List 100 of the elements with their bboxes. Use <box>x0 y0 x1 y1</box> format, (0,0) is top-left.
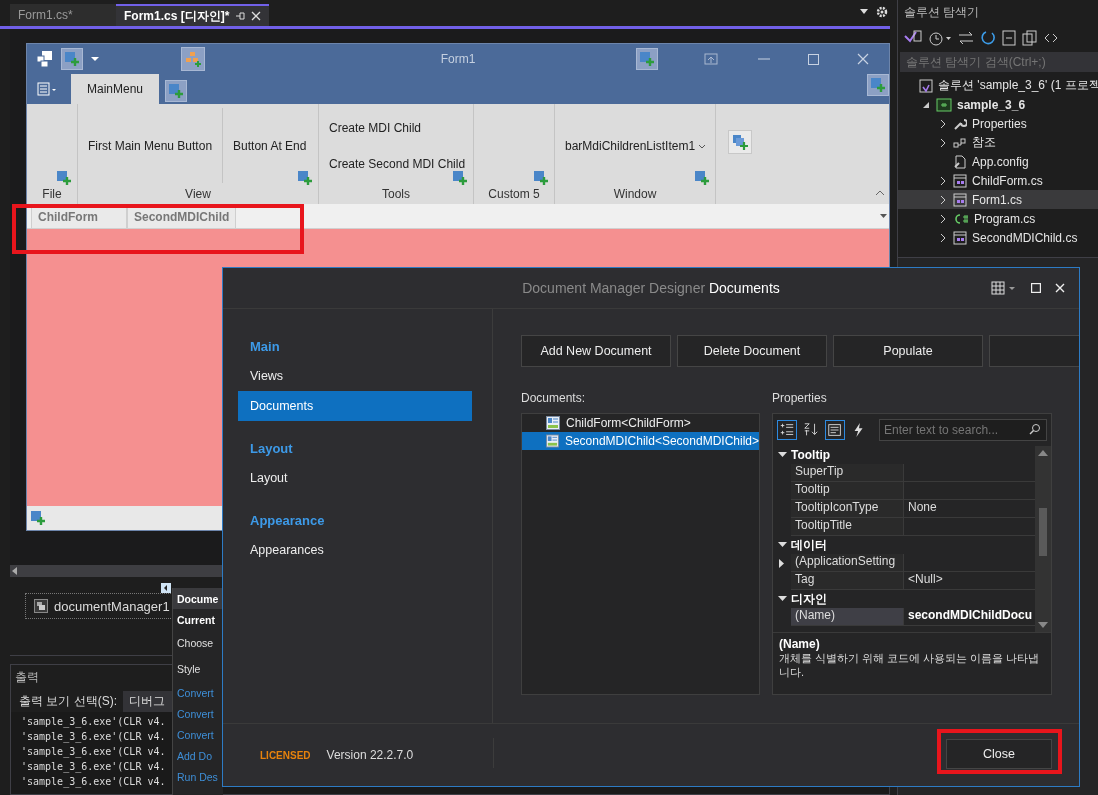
license-label: LICENSED <box>260 749 311 761</box>
tree-item[interactable]: 참조 <box>898 133 1098 152</box>
tree-item[interactable]: Properties <box>898 114 1098 133</box>
menu-link[interactable]: Run Des <box>173 766 223 787</box>
history-icon[interactable] <box>928 30 952 46</box>
add-icon[interactable] <box>31 511 45 525</box>
window-title: Form1 <box>440 52 476 66</box>
ribbon-dropdown[interactable]: barMdiChildrenListItem1 <box>563 136 709 155</box>
ribbon-group-caption: Window <box>612 187 658 203</box>
add-icon[interactable] <box>453 171 467 185</box>
sync-icon[interactable] <box>958 31 974 45</box>
action-button[interactable]: Delete Document <box>677 335 827 367</box>
csharp-file-icon <box>953 211 969 226</box>
pages-view-icon[interactable] <box>825 420 845 440</box>
action-button[interactable]: Add New Document <box>521 335 671 367</box>
tree-item[interactable]: sample_3_6 <box>898 95 1098 114</box>
property-name[interactable]: (ApplicationSetting <box>791 554 904 572</box>
component-icon <box>34 599 48 613</box>
list-item[interactable]: ChildForm<ChildForm> <box>522 414 759 432</box>
collapse-arrow-icon[interactable] <box>777 452 787 458</box>
collapse-all-icon[interactable] <box>1002 30 1016 46</box>
search-icon[interactable] <box>1029 423 1041 435</box>
pin-icon[interactable] <box>235 11 246 21</box>
list-item[interactable]: SecondMDIChild<SecondMDIChild> <box>522 432 759 450</box>
smart-tag-icon[interactable] <box>161 583 171 593</box>
list-label: Documents: <box>521 391 587 407</box>
nav-item[interactable]: Views <box>238 361 472 391</box>
property-name[interactable]: (Name) <box>791 608 904 626</box>
tree-item[interactable]: App.config <box>898 152 1098 171</box>
solution-icon <box>919 78 933 93</box>
ribbon-button[interactable]: First Main Menu Button <box>86 136 215 155</box>
restore-icon[interactable] <box>704 53 718 65</box>
panel-title: 솔루션 탐색기 <box>903 3 981 21</box>
ribbon-button[interactable]: Create Second MDI Child <box>327 154 468 173</box>
menu-item[interactable]: Current <box>173 609 223 630</box>
config-file-icon <box>953 154 967 169</box>
nav-item[interactable]: Appearances <box>238 535 472 565</box>
collapse-arrow-icon[interactable] <box>777 542 787 548</box>
ribbon-group-caption: Tools <box>381 187 411 203</box>
tree-item[interactable]: Form1.cs <box>898 190 1098 209</box>
collapse-icon[interactable] <box>875 190 885 196</box>
nav-heading: Layout <box>249 440 294 458</box>
dropdown-icon[interactable] <box>860 9 868 15</box>
ribbon-button[interactable]: Create MDI Child <box>327 118 424 137</box>
close-icon[interactable] <box>251 11 262 21</box>
copy-icon[interactable] <box>1022 30 1038 46</box>
document-icon <box>546 416 560 430</box>
close-button[interactable]: Close <box>946 739 1052 769</box>
action-button[interactable]: Populate <box>833 335 983 367</box>
ribbon-button[interactable]: Button At End <box>231 136 309 155</box>
windows-icon <box>37 51 53 67</box>
dropdown-icon[interactable] <box>880 214 887 218</box>
add-icon[interactable] <box>57 171 71 185</box>
search-field[interactable]: Enter text to search... <box>879 419 1047 441</box>
nav-item[interactable]: Documents <box>238 391 472 421</box>
refresh-icon[interactable] <box>980 30 996 46</box>
tree-item[interactable]: SecondMDIChild.cs <box>898 228 1098 247</box>
tree-item[interactable]: ChildForm.cs <box>898 171 1098 190</box>
categorized-view-icon[interactable] <box>777 420 797 440</box>
panel-title: 출력 <box>15 669 39 686</box>
property-name[interactable]: TooltipIconType <box>791 500 904 518</box>
nav-heading: Main <box>249 338 281 356</box>
add-icon[interactable] <box>298 171 312 185</box>
code-icon[interactable] <box>1044 33 1058 43</box>
form-icon <box>953 173 967 188</box>
grid-dropdown-icon[interactable] <box>991 281 1017 295</box>
tree-item[interactable]: Program.cs <box>898 209 1098 228</box>
property-name[interactable]: TooltipTitle <box>791 518 904 536</box>
scroll-up-icon[interactable] <box>1038 450 1048 456</box>
menu-link[interactable]: Convert <box>173 724 223 745</box>
editor-tab[interactable]: Form1.cs* <box>10 4 116 26</box>
property-category: 데이터 <box>791 536 827 554</box>
expand-arrow-icon[interactable] <box>779 558 785 568</box>
form-icon <box>953 230 967 245</box>
version-label: Version 22.2.7.0 <box>326 748 414 762</box>
dropdown-icon[interactable] <box>91 56 99 62</box>
scroll-down-icon[interactable] <box>1038 622 1048 628</box>
dialog-title: Document Manager Designer Documents <box>522 280 780 296</box>
menu-icon[interactable] <box>37 82 57 96</box>
add-group-icon[interactable] <box>732 134 748 150</box>
property-name[interactable]: Tag <box>791 572 904 590</box>
add-icon[interactable] <box>534 171 548 185</box>
menu-link[interactable]: Add Do <box>173 745 223 766</box>
scrollbar-thumb[interactable] <box>1039 508 1047 556</box>
output-line: 'sample_3_6.exe'(CLR v4. <box>21 775 166 789</box>
editor-tab[interactable]: Form1.cs [디자인]* <box>116 4 270 26</box>
caret-icon[interactable] <box>698 143 707 150</box>
settings-icon[interactable] <box>876 6 888 18</box>
search-field[interactable]: 솔루션 탐색기 검색(Ctrl+;) <box>900 52 1098 72</box>
property-name[interactable]: SuperTip <box>791 464 904 482</box>
property-name[interactable]: Tooltip <box>791 482 904 500</box>
add-icon[interactable] <box>695 171 709 185</box>
nav-item[interactable]: Layout <box>238 463 472 493</box>
references-icon <box>953 135 967 150</box>
collapse-arrow-icon[interactable] <box>777 596 787 602</box>
menu-item[interactable]: Style <box>173 656 223 682</box>
menu-item[interactable]: Choose <box>173 630 223 656</box>
expanded-arrow-icon[interactable] <box>922 100 930 109</box>
output-line: 'sample_3_6.exe'(CLR v4. <box>21 760 166 774</box>
ribbon-tab[interactable]: MainMenu <box>71 74 160 104</box>
